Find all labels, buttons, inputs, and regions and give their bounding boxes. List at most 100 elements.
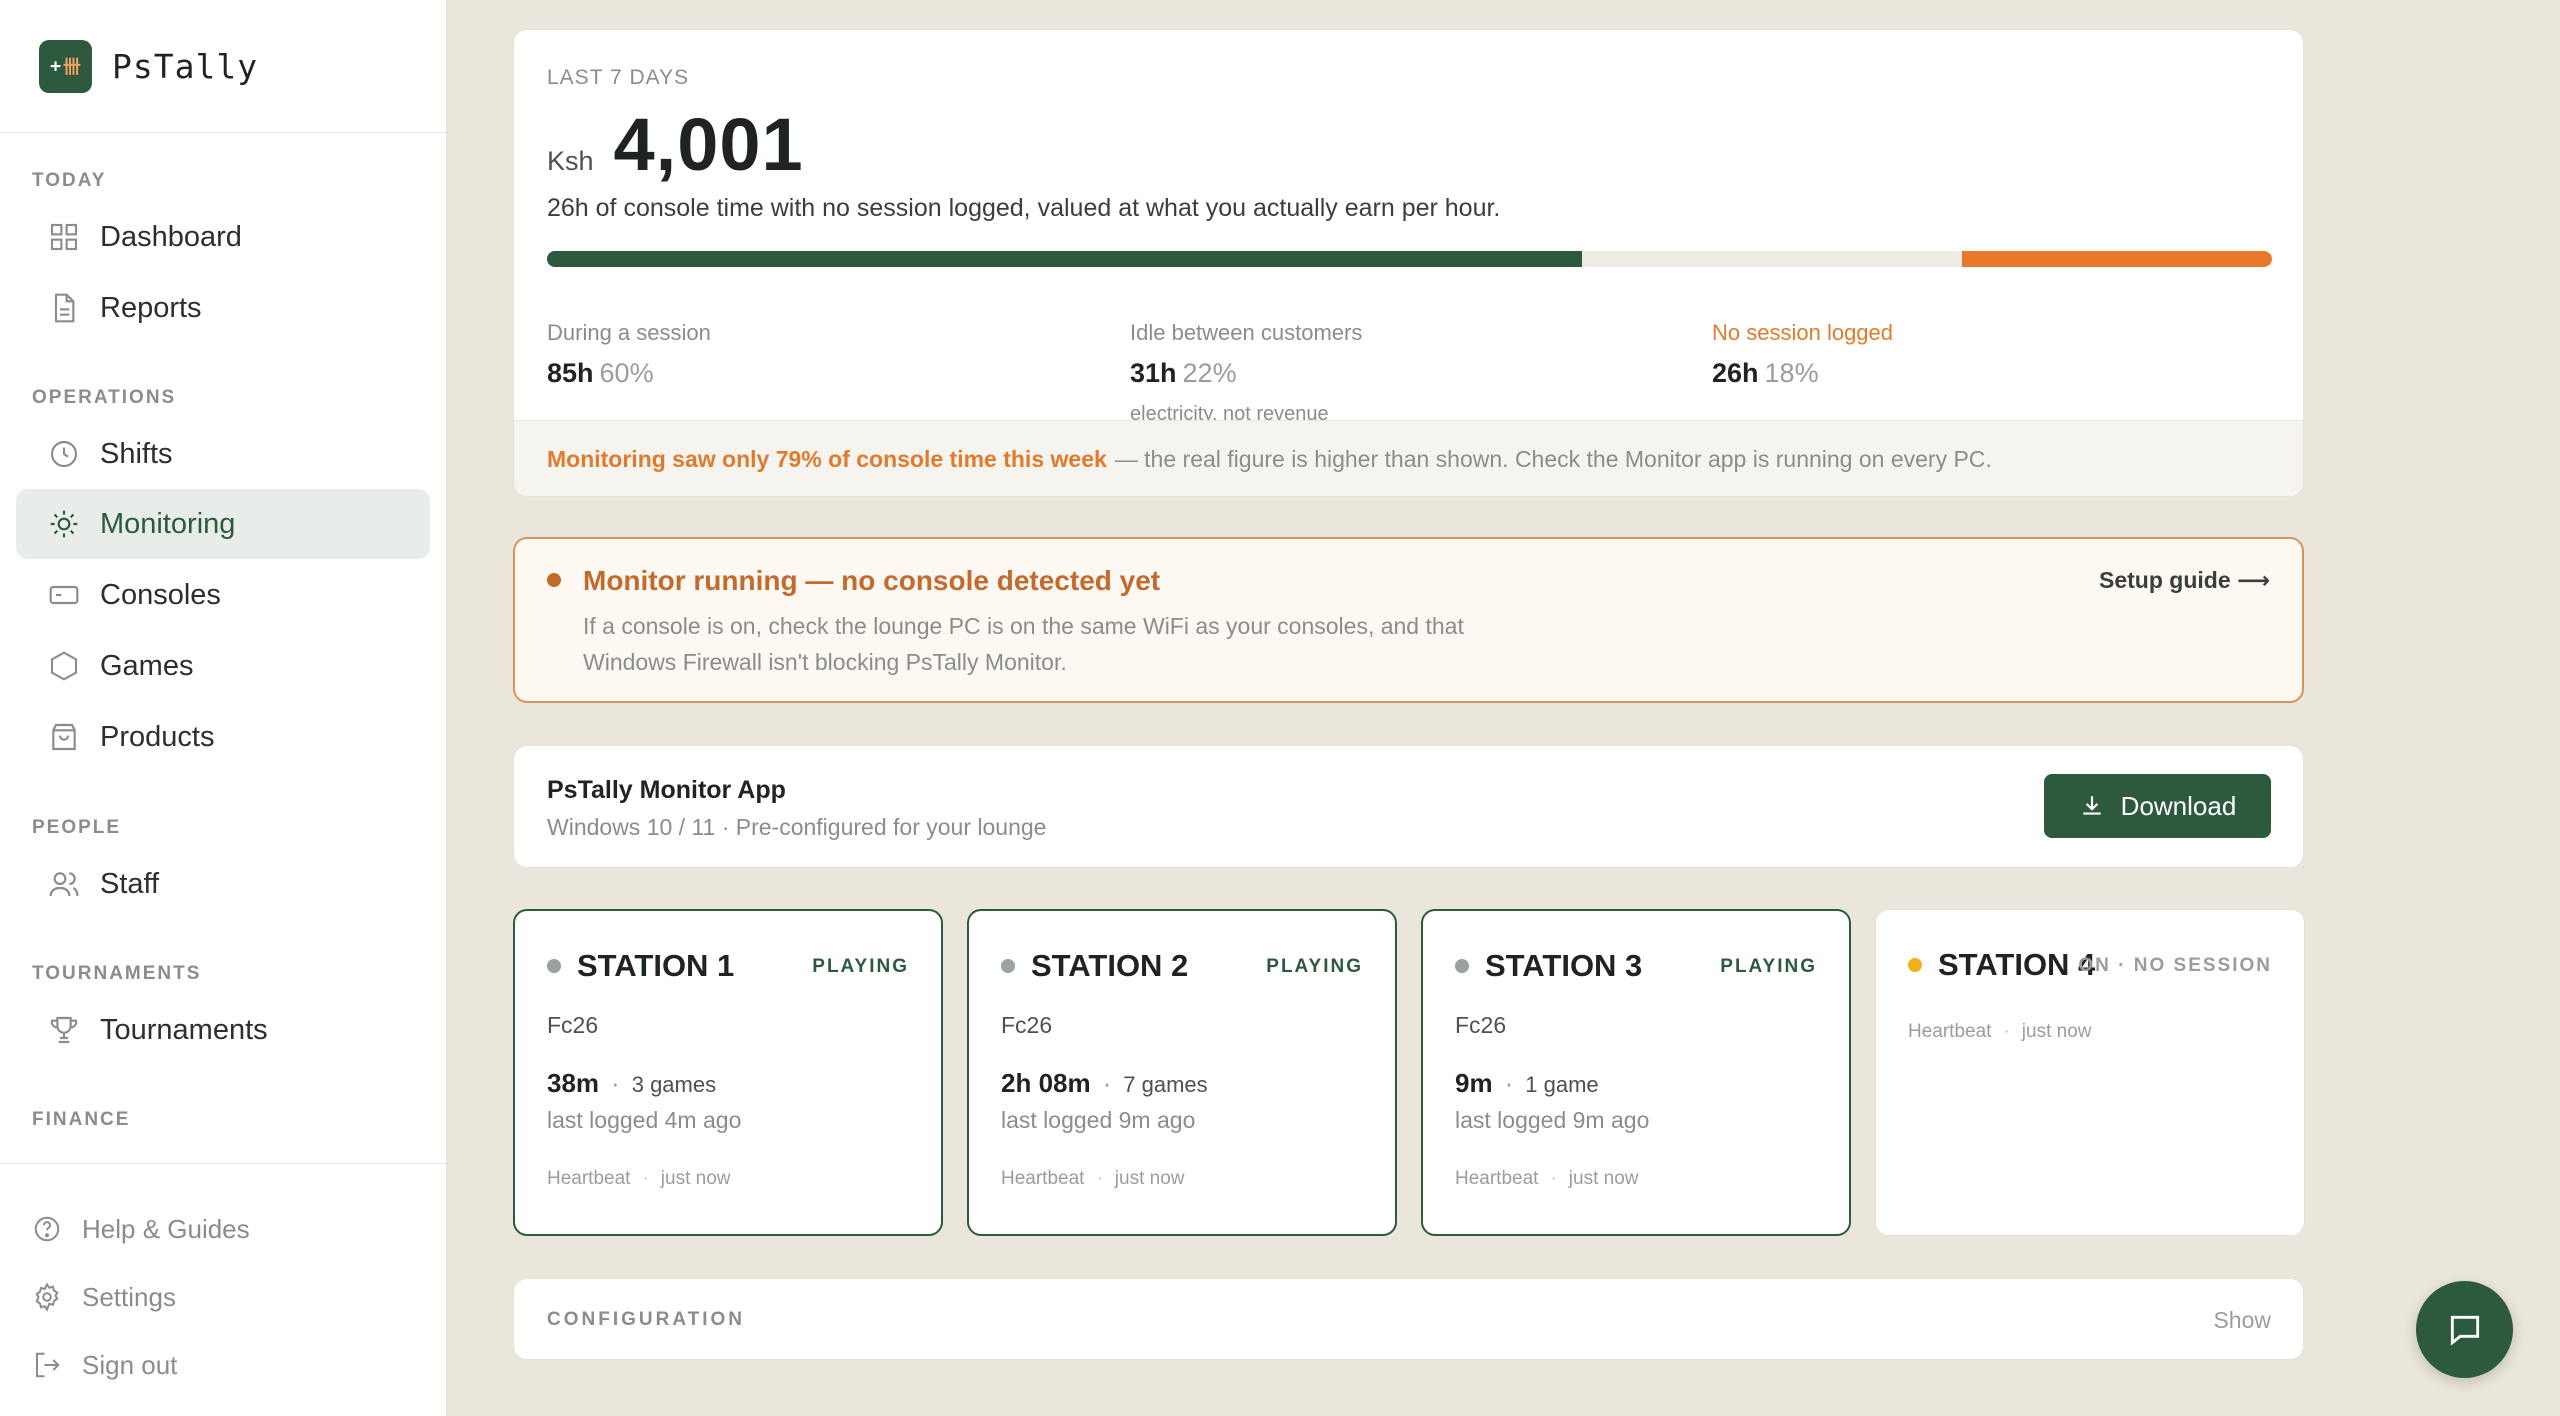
- time-bar-segment: [1582, 251, 1962, 267]
- configuration-title: CONFIGURATION: [547, 1309, 746, 1330]
- sidebar-item-label: Staff: [100, 867, 160, 900]
- signout-icon: [36, 1352, 60, 1378]
- sidebar-divider: [0, 1163, 446, 1164]
- users-icon: [49, 872, 79, 897]
- station-name: STATION 2: [1031, 948, 1189, 983]
- nav-section-people: PEOPLE: [32, 817, 122, 838]
- sidebar-item-label: Sign out: [82, 1349, 178, 1380]
- coverage-warning: Monitoring saw only 79% of console time …: [514, 420, 2303, 496]
- nav-section-operations: OPERATIONS: [32, 387, 177, 408]
- monitor-app-card: PsTally Monitor App Windows 10 / 11 · Pr…: [513, 745, 2304, 868]
- app-name: PsTally: [112, 46, 259, 86]
- sidebar-item-settings[interactable]: Settings: [32, 1272, 176, 1322]
- station-status-dot: [1001, 959, 1015, 973]
- stat-label: During a session: [547, 320, 711, 345]
- station-card[interactable]: STATION 2 PLAYING Fc26 2h 08m · 7 games la…: [967, 909, 1397, 1236]
- sidebar-item-shifts[interactable]: Shifts: [16, 419, 430, 489]
- sidebar-item-help[interactable]: Help & Guides: [32, 1204, 250, 1254]
- trophy-icon: [50, 1016, 78, 1044]
- period-label: LAST 7 DAYS: [547, 66, 690, 89]
- sidebar-item-label: Tournaments: [100, 1013, 268, 1046]
- currency-label: Ksh: [547, 146, 594, 176]
- sidebar-item-label: Games: [100, 649, 194, 682]
- playtime-value: 38m: [547, 1068, 600, 1098]
- console-icon: [49, 585, 79, 605]
- gear-icon: [35, 1282, 59, 1312]
- stat-label: No session logged: [1712, 320, 1894, 345]
- sidebar-item-monitoring[interactable]: Monitoring: [16, 489, 430, 559]
- games-count: 7 games: [1123, 1072, 1208, 1097]
- sidebar-item-label: Shifts: [100, 437, 173, 470]
- stat-value: 85h 60%: [547, 358, 711, 389]
- station-card[interactable]: STATION 3 PLAYING Fc26 9m · 1 game last lo…: [1421, 909, 1851, 1236]
- station-heartbeat: Heartbeat · just now: [547, 1168, 731, 1189]
- stat-percent: 18%: [1764, 358, 1819, 388]
- station-status-dot: [1455, 959, 1469, 973]
- stat-no-session: No session logged 26h 18%: [1712, 320, 1893, 389]
- sidebar-item-products[interactable]: Products: [16, 702, 430, 772]
- sidebar-item-label: Settings: [82, 1281, 176, 1312]
- station-last-logged: last logged 4m ago: [547, 1107, 742, 1133]
- lost-revenue-amount: 4,001: [613, 103, 804, 186]
- station-status-dot: [547, 959, 561, 973]
- sidebar-item-signout[interactable]: Sign out: [32, 1340, 177, 1390]
- station-card[interactable]: STATION 1 PLAYING Fc26 38m · 3 games last …: [513, 909, 943, 1236]
- sidebar-item-reports[interactable]: Reports: [16, 273, 430, 343]
- time-breakdown-bar: [547, 251, 2272, 267]
- station-name: STATION 4: [1938, 947, 2096, 982]
- station-status: PLAYING: [812, 956, 909, 977]
- sidebar-item-label: Dashboard: [100, 220, 242, 253]
- games-count: 1 game: [1525, 1072, 1599, 1097]
- sidebar-item-staff[interactable]: Staff: [16, 849, 430, 919]
- station-game: Fc26: [1455, 1012, 1507, 1038]
- grid-icon: [50, 223, 78, 251]
- station-last-logged: last logged 9m ago: [1001, 1107, 1196, 1133]
- brand[interactable]: + 卌 PsTally: [0, 0, 446, 133]
- chat-icon: [2450, 1315, 2479, 1346]
- station-heartbeat: Heartbeat · just now: [1001, 1168, 1185, 1189]
- configuration-show-toggle[interactable]: Show: [2213, 1307, 2271, 1334]
- coverage-highlight: Monitoring saw only 79% of console time …: [547, 446, 1107, 472]
- alert-body: If a console is on, check the lounge PC …: [583, 613, 1464, 675]
- clock-icon: [50, 440, 78, 468]
- station-playtime: 9m · 1 game: [1455, 1068, 1599, 1098]
- sidebar-item-consoles[interactable]: Consoles: [16, 560, 430, 630]
- station-game: Fc26: [1001, 1012, 1053, 1038]
- station-status: PLAYING: [1266, 956, 1363, 977]
- nav-section-finance: FINANCE: [32, 1109, 131, 1130]
- sidebar-item-label: Monitoring: [100, 507, 236, 540]
- station-name: STATION 1: [577, 948, 735, 983]
- playtime-value: 9m: [1455, 1068, 1493, 1098]
- stat-hours: 31h: [1130, 358, 1177, 388]
- summary-description: 26h of console time with no session logg…: [547, 194, 1501, 222]
- station-playtime: 2h 08m · 7 games: [1001, 1068, 1208, 1098]
- playtime-value: 2h 08m: [1001, 1068, 1091, 1098]
- alert-status-dot: [547, 573, 561, 587]
- document-icon: [54, 293, 75, 323]
- sidebar-item-dashboard[interactable]: Dashboard: [16, 202, 430, 272]
- station-card[interactable]: STATION 4 ON · NO SESSION Heartbeat · just…: [1875, 909, 2305, 1236]
- download-icon: [2083, 796, 2101, 815]
- stat-idle: Idle between customers 31h 22% electricit…: [1130, 320, 1362, 426]
- nav-section-tournaments: TOURNAMENTS: [32, 963, 202, 984]
- nav-section-today: TODAY: [32, 170, 107, 191]
- station-status: ON · NO SESSION: [2078, 955, 2272, 976]
- time-bar-segment: [547, 251, 1582, 267]
- setup-guide-link[interactable]: Setup guide ⟶: [2099, 567, 2270, 594]
- help-icon: [34, 1216, 60, 1242]
- app-logo-icon: + 卌: [39, 39, 92, 93]
- station-last-logged: last logged 9m ago: [1455, 1107, 1650, 1133]
- hexagon-icon: [50, 651, 78, 681]
- time-bar-segment: [1961, 251, 2272, 267]
- amount-row: Ksh 4,001: [547, 102, 804, 187]
- sidebar-item-games[interactable]: Games: [16, 631, 430, 701]
- unlogged-time-summary-card: LAST 7 DAYS Ksh 4,001 26h of console tim…: [513, 29, 2304, 497]
- download-button[interactable]: Download: [2044, 774, 2271, 838]
- station-playtime: 38m · 3 games: [547, 1068, 717, 1098]
- stat-percent: 22%: [1182, 358, 1237, 388]
- station-status: PLAYING: [1720, 956, 1817, 977]
- sidebar-item-tournaments[interactable]: Tournaments: [16, 995, 430, 1065]
- bag-icon: [52, 723, 76, 751]
- alert-title: Monitor running — no console detected ye…: [583, 565, 1161, 596]
- chat-button[interactable]: [2416, 1281, 2513, 1378]
